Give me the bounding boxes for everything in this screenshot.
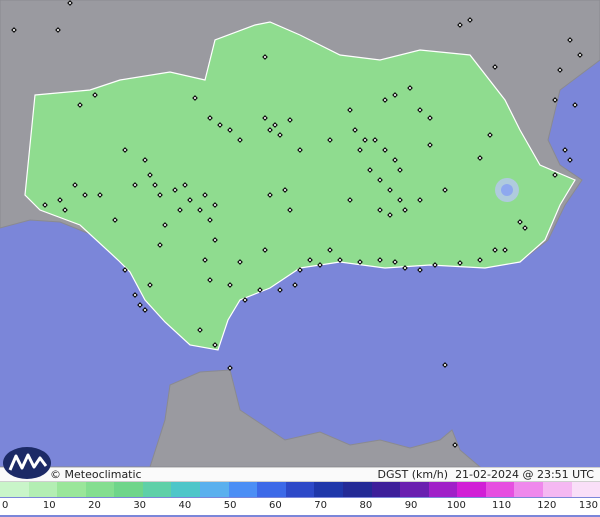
legend-tick-label: 0: [2, 500, 9, 511]
legend-swatch: [85, 482, 115, 497]
legend-swatch: [371, 482, 401, 497]
legend-tick-label: 100: [446, 500, 466, 511]
legend-swatch: [142, 482, 172, 497]
legend-swatch: [571, 482, 600, 497]
meteoclimatic-logo-icon: [3, 447, 51, 479]
legend-swatch: [200, 482, 229, 497]
legend-tick-label: 60: [269, 500, 282, 511]
legend-tick-label: 130: [578, 500, 598, 511]
legend-swatch: [171, 482, 201, 497]
legend-tick-labels: 0 10 20 30 40 50 60 70 80 90 100 110 120 130: [0, 498, 600, 515]
legend-swatch: [257, 482, 286, 497]
legend-tick-label: 50: [223, 500, 237, 511]
legend-swatch: [342, 482, 372, 497]
legend-tick-label: 10: [42, 500, 56, 511]
legend-tick-label: 110: [491, 500, 512, 511]
legend-swatch: [400, 482, 429, 497]
legend-tick-label: 20: [88, 500, 101, 511]
info-bar: © Meteoclimatic DGST (km/h) 21-02-2024 @…: [0, 467, 600, 482]
legend-swatch: [28, 482, 58, 497]
variable-timestamp: DGST (km/h) 21-02-2024 @ 23:51 UTC: [378, 468, 594, 481]
legend-swatch: [485, 482, 515, 497]
legend-swatch: [57, 482, 86, 497]
legend-swatch: [514, 482, 543, 497]
brand-label: © Meteoclimatic: [50, 468, 142, 481]
legend-tick-label: 40: [178, 500, 192, 511]
legend-swatch: [314, 482, 343, 497]
legend-color-bar: [0, 482, 600, 497]
legend-swatch: [542, 482, 572, 497]
legend-tick-label: 120: [537, 500, 557, 511]
legend-swatch: [457, 482, 486, 497]
legend-tick-label: 90: [404, 500, 418, 511]
legend-swatch: [285, 482, 315, 497]
legend-swatch: [0, 482, 29, 497]
legend-swatch: [114, 482, 143, 497]
legend-swatch: [428, 482, 458, 497]
legend-swatch: [228, 482, 258, 497]
wind-gust-map: [0, 0, 600, 467]
legend-tick-label: 80: [359, 500, 373, 511]
legend-tick-label: 70: [314, 500, 327, 511]
timestamp-label: 21-02-2024 @ 23:51 UTC: [455, 468, 594, 481]
gust-high-spot-core: [501, 184, 513, 196]
legend-tick-label: 30: [133, 500, 147, 511]
variable-label: DGST (km/h): [377, 468, 449, 481]
